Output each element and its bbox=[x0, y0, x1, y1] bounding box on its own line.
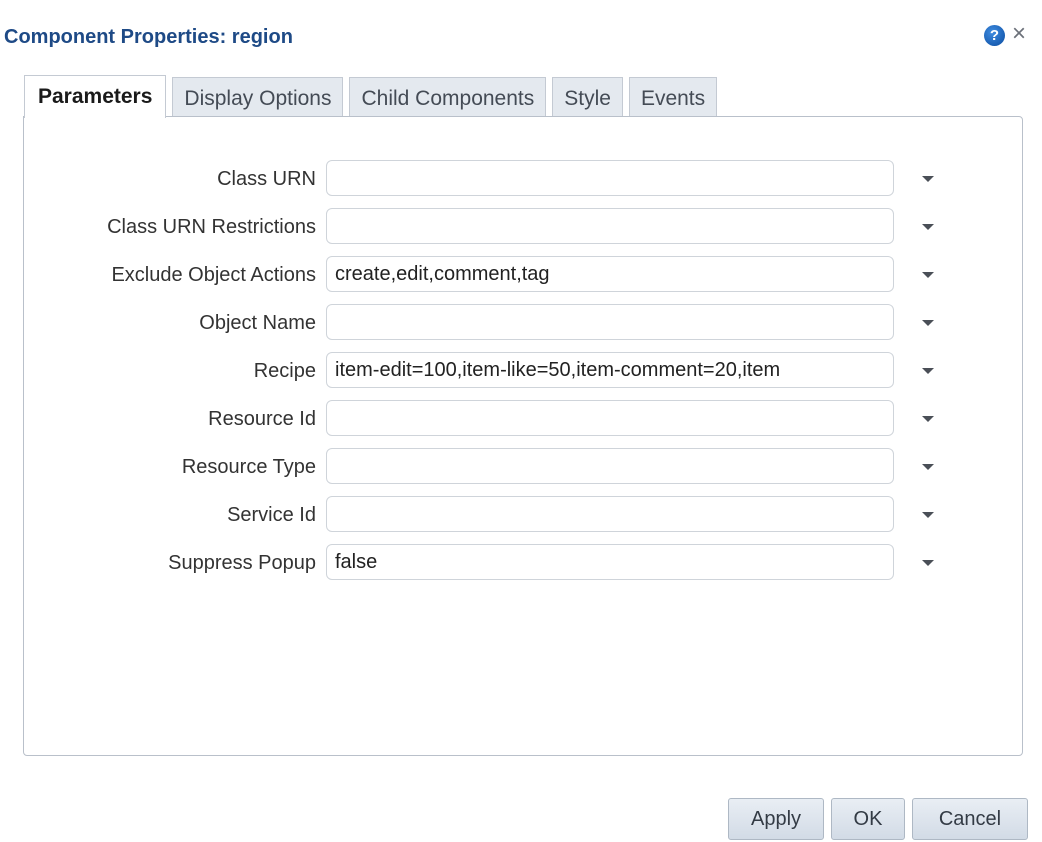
param-label: Recipe bbox=[253, 360, 316, 382]
class-urn-restrictions-field[interactable] bbox=[326, 208, 894, 244]
param-label: Service Id bbox=[227, 504, 316, 526]
tab-style[interactable]: Style bbox=[552, 77, 623, 117]
dropdown-arrow-icon[interactable] bbox=[922, 464, 934, 470]
dropdown-arrow-icon[interactable] bbox=[922, 560, 934, 566]
tab-child-components[interactable]: Child Components bbox=[349, 77, 547, 117]
dropdown-arrow-icon[interactable] bbox=[922, 272, 934, 278]
resource-id-field[interactable] bbox=[326, 400, 894, 436]
parameters-panel: Class URN Class URN Restrictions Exclude… bbox=[23, 116, 1023, 756]
param-label: Object Name bbox=[199, 312, 316, 334]
suppress-popup-field[interactable] bbox=[326, 544, 894, 580]
recipe-field[interactable] bbox=[326, 352, 894, 388]
tab-bar: Parameters Display Options Child Compone… bbox=[24, 75, 723, 118]
dropdown-arrow-icon[interactable] bbox=[922, 176, 934, 182]
param-label: Class URN Restrictions bbox=[107, 216, 316, 238]
object-name-field[interactable] bbox=[326, 304, 894, 340]
service-id-field[interactable] bbox=[326, 496, 894, 532]
dropdown-arrow-icon[interactable] bbox=[922, 368, 934, 374]
exclude-object-actions-field[interactable] bbox=[326, 256, 894, 292]
param-label: Resource Type bbox=[181, 456, 316, 478]
param-label: Suppress Popup bbox=[168, 552, 316, 574]
param-label: Resource Id bbox=[208, 408, 316, 430]
close-icon[interactable]: × bbox=[1012, 21, 1026, 47]
ok-button[interactable]: OK bbox=[831, 798, 905, 840]
dropdown-arrow-icon[interactable] bbox=[922, 512, 934, 518]
help-icon[interactable]: ? bbox=[984, 25, 1005, 46]
apply-button[interactable]: Apply bbox=[728, 798, 824, 840]
cancel-button[interactable]: Cancel bbox=[912, 798, 1028, 840]
dropdown-arrow-icon[interactable] bbox=[922, 416, 934, 422]
tab-events[interactable]: Events bbox=[628, 77, 718, 117]
dropdown-arrow-icon[interactable] bbox=[922, 320, 934, 326]
dropdown-arrow-icon[interactable] bbox=[922, 224, 934, 230]
component-properties-dialog: Component Properties: region ? × Paramet… bbox=[0, 0, 1042, 842]
param-label: Class URN bbox=[217, 168, 316, 190]
tab-parameters[interactable]: Parameters bbox=[24, 75, 167, 118]
dialog-title: Component Properties: region bbox=[4, 26, 293, 48]
tab-display-options[interactable]: Display Options bbox=[172, 77, 344, 117]
resource-type-field[interactable] bbox=[326, 448, 894, 484]
class-urn-field[interactable] bbox=[326, 160, 894, 196]
param-label: Exclude Object Actions bbox=[111, 264, 316, 286]
